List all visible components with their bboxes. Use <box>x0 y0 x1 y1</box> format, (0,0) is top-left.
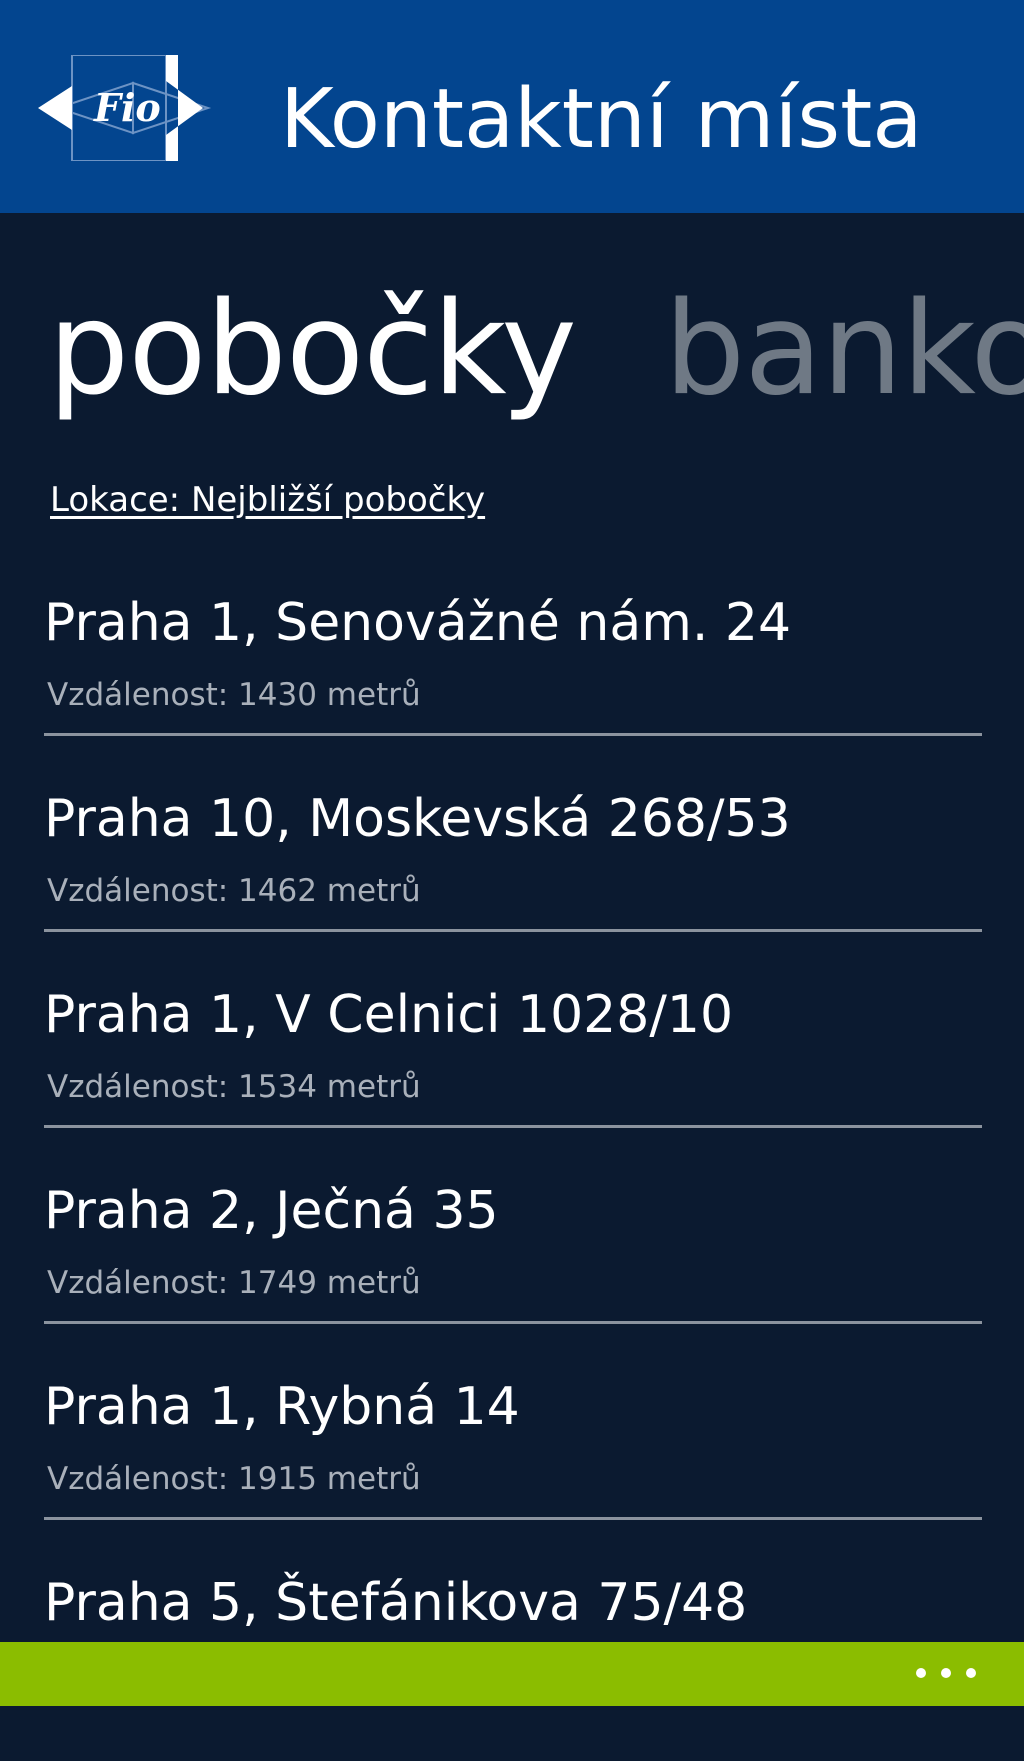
list-item[interactable]: Praha 1, V Celnici 1028/10 Vzdálenost: 1… <box>0 977 1024 1173</box>
branch-distance: Vzdálenost: 1749 metrů <box>47 1265 421 1301</box>
ellipsis-icon[interactable] <box>916 1656 976 1690</box>
branch-name: Praha 1, Rybná 14 <box>44 1377 520 1437</box>
branch-distance: Vzdálenost: 1462 metrů <box>47 873 421 909</box>
fio-logo-icon: Fio <box>38 55 212 161</box>
list-divider <box>44 1517 982 1520</box>
branch-name: Praha 10, Moskevská 268/53 <box>44 789 791 849</box>
pivot-header: pobočky banko <box>0 275 1024 435</box>
branch-name: Praha 1, Senovážné nám. 24 <box>44 593 792 653</box>
branch-name: Praha 5, Štefánikova 75/48 <box>44 1573 748 1633</box>
list-item[interactable]: Praha 1, Rybná 14 Vzdálenost: 1915 metrů <box>0 1369 1024 1565</box>
app-bar <box>0 1642 1024 1706</box>
branch-distance: Vzdálenost: 1534 metrů <box>47 1069 421 1105</box>
dot <box>966 1668 976 1678</box>
list-divider <box>44 1125 982 1128</box>
tab-branches[interactable]: pobočky <box>48 275 577 425</box>
branch-list: Praha 1, Senovážné nám. 24 Vzdálenost: 1… <box>0 585 1024 1761</box>
branch-name: Praha 2, Ječná 35 <box>44 1181 499 1241</box>
list-item[interactable]: Praha 2, Ječná 35 Vzdálenost: 1749 metrů <box>0 1173 1024 1369</box>
branch-distance: Vzdálenost: 1915 metrů <box>47 1461 421 1497</box>
list-item[interactable]: Praha 10, Moskevská 268/53 Vzdálenost: 1… <box>0 781 1024 977</box>
branch-distance: Vzdálenost: 1430 metrů <box>47 677 421 713</box>
fio-logo: Fio <box>38 55 228 161</box>
list-item[interactable]: Praha 1, Senovážné nám. 24 Vzdálenost: 1… <box>0 585 1024 781</box>
list-divider <box>44 929 982 932</box>
logo-text: Fio <box>93 85 161 130</box>
tab-atms[interactable]: banko <box>664 275 1024 425</box>
branch-name: Praha 1, V Celnici 1028/10 <box>44 985 734 1045</box>
list-divider <box>44 733 982 736</box>
dot <box>941 1668 951 1678</box>
app-header: Fio Kontaktní místa <box>0 0 1024 213</box>
list-divider <box>44 1321 982 1324</box>
app-title: Kontaktní místa <box>280 72 923 167</box>
location-filter-link[interactable]: Lokace: Nejbližší pobočky <box>50 478 485 522</box>
dot <box>916 1668 926 1678</box>
